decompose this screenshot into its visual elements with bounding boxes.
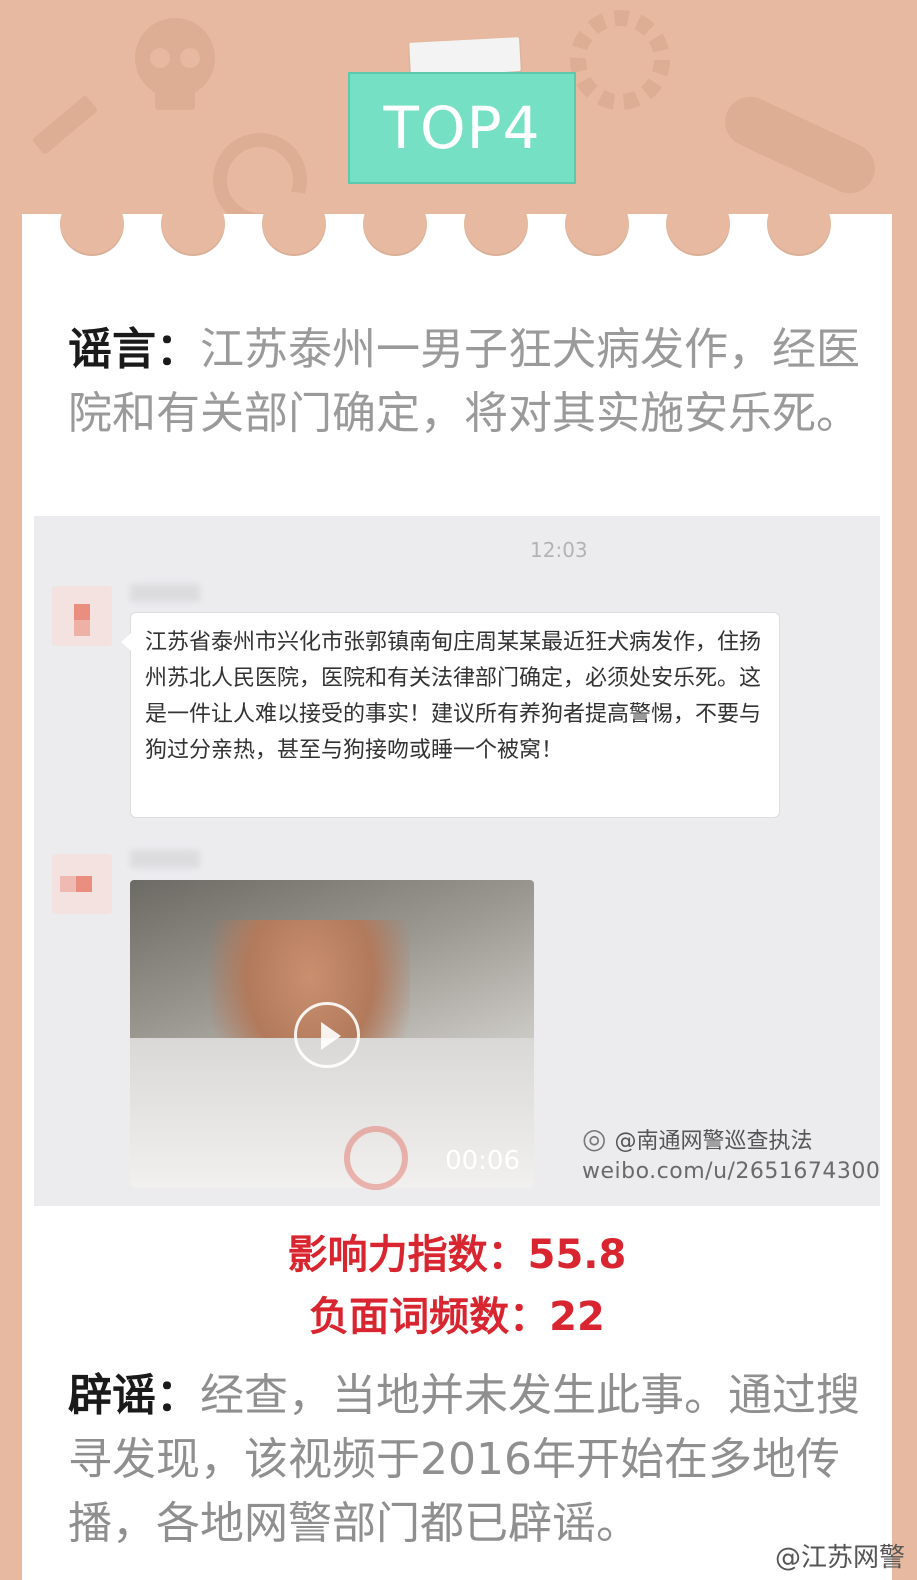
gear-icon <box>570 10 670 110</box>
rank-badge: TOP4 <box>348 72 576 184</box>
negative-word-frequency: 负面词频数：22 <box>22 1286 892 1348</box>
punch-hole <box>464 192 528 256</box>
rumor-label: 谣言： <box>68 324 200 375</box>
video-message[interactable]: 00:06 <box>130 880 534 1188</box>
punch-hole <box>161 192 225 256</box>
source-credit: @江苏网警 <box>774 1543 905 1573</box>
influence-label: 影响力指数： <box>287 1232 528 1278</box>
site-watermark-logo-icon <box>344 1126 408 1190</box>
influence-index: 影响力指数：55.8 <box>22 1224 892 1286</box>
chat-screenshot: 12:03 江苏省泰州市兴化市张郭镇南甸庄周某某最近狂犬病发作，住扬州苏北人民医… <box>34 516 880 1206</box>
chat-timestamp: 12:03 <box>530 538 588 562</box>
rumor-statement: 谣言：江苏泰州一男子狂犬病发作，经医院和有关部门确定，将对其实施安乐死。 <box>68 318 868 446</box>
negative-label: 负面词频数： <box>309 1294 550 1340</box>
avatar <box>52 854 112 914</box>
debunk-statement: 辟谣：经查，当地并未发生此事。通过搜寻发现，该视频于2016年开始在多地传播，各… <box>68 1364 868 1556</box>
punch-hole <box>363 192 427 256</box>
weibo-url: weibo.com/u/2651674300 <box>582 1159 881 1184</box>
chat-message-bubble: 江苏省泰州市兴化市张郭镇南甸庄周某某最近狂犬病发作，住扬州苏北人民医院，医院和有… <box>121 612 780 818</box>
play-icon[interactable] <box>294 1002 360 1068</box>
stats-block: 影响力指数：55.8 负面词频数：22 <box>22 1224 892 1348</box>
influence-value: 55.8 <box>527 1232 627 1278</box>
weibo-handle: @南通网警巡查执法 <box>614 1128 813 1154</box>
sender-name-blurred <box>130 850 200 868</box>
debunk-label: 辟谣： <box>68 1370 200 1421</box>
pill-icon <box>725 96 875 194</box>
negative-value: 22 <box>549 1294 605 1340</box>
content-card: 谣言：江苏泰州一男子狂犬病发作，经医院和有关部门确定，将对其实施安乐死。 12:… <box>22 192 892 1580</box>
punch-hole <box>767 192 831 256</box>
sender-name-blurred <box>130 584 200 602</box>
punch-hole <box>666 192 730 256</box>
skull-icon <box>135 18 215 110</box>
weibo-logo-icon: ◎ <box>582 1122 607 1155</box>
video-duration: 00:06 <box>445 1146 520 1176</box>
punch-hole <box>262 192 326 256</box>
punch-hole <box>60 192 124 256</box>
syringe-icon <box>32 96 98 154</box>
weibo-watermark: ◎ @南通网警巡查执法 weibo.com/u/2651674300 <box>582 1122 881 1184</box>
avatar <box>52 586 112 646</box>
tape-strip <box>409 37 521 77</box>
punch-hole <box>565 192 629 256</box>
